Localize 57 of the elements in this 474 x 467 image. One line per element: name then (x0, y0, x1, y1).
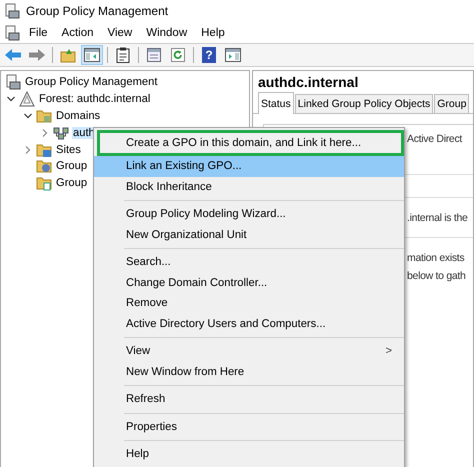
context-menu-item[interactable]: Change Domain Controller... (94, 272, 404, 293)
menu-item[interactable]: File (22, 26, 55, 38)
collapsed-chevron-icon[interactable] (41, 128, 49, 137)
context-menu-item[interactable]: Properties (94, 416, 404, 437)
context-menu-item[interactable]: Search... (94, 252, 404, 272)
tab[interactable]: Status (258, 92, 294, 114)
back-arrow-icon (5, 49, 21, 61)
context-menu-item[interactable]: Remove (94, 293, 404, 314)
expanded-chevron-icon[interactable] (24, 112, 32, 120)
domain-heading: authdc.internal (257, 73, 360, 92)
folder-icon (36, 142, 52, 158)
action-pane-icon (225, 48, 241, 62)
context-menu-item[interactable]: Active Directory Users and Computers... (94, 314, 404, 334)
toolbar-button[interactable] (81, 45, 103, 65)
status-text: below to gath (407, 270, 466, 282)
context-menu-item[interactable]: Refresh (94, 389, 404, 410)
toolbar-button[interactable] (222, 45, 244, 65)
folder-icon (36, 175, 52, 192)
status-text: .internal is the (407, 212, 468, 224)
tab[interactable]: Group (434, 94, 470, 113)
console-icon (4, 3, 20, 19)
tree-item[interactable]: Domains (55, 110, 102, 122)
context-menu-item[interactable]: Group Policy Modeling Wizard... (94, 204, 404, 224)
tree-item[interactable]: Group Policy Management (24, 76, 158, 88)
refresh-icon (170, 47, 186, 63)
context-menu-item[interactable]: New Window from Here (94, 362, 404, 382)
tree-pane-icon (84, 48, 100, 62)
triangle-icon (19, 91, 35, 108)
tree-item[interactable]: Group (55, 160, 88, 172)
context-menu-item[interactable]: Help (94, 444, 404, 464)
clipboard-icon (116, 47, 130, 63)
status-text: mation exists (407, 252, 464, 264)
menu-item[interactable]: View (100, 26, 140, 38)
context-menu-item[interactable]: Link an Existing GPO... (94, 156, 404, 176)
menu-item[interactable]: Window (139, 26, 194, 38)
console-icon (5, 74, 21, 90)
menu-item[interactable]: Help (194, 26, 232, 38)
forward-arrow-icon (29, 49, 45, 61)
expanded-chevron-icon[interactable] (7, 95, 15, 104)
menu-item[interactable]: Action (54, 26, 100, 38)
context-menu-item[interactable]: Block Inheritance (94, 176, 404, 197)
context-menu-item[interactable]: Create a GPO in this domain, and Link it here... (97, 130, 404, 156)
tab[interactable]: Linked Group Policy Objects (294, 94, 434, 113)
folder-icon (36, 158, 52, 174)
folder-up-icon (60, 47, 76, 63)
status-text: Active Direct (407, 133, 462, 145)
domain-icon (53, 124, 69, 141)
tree-item[interactable]: Group (55, 177, 88, 190)
collapsed-chevron-icon[interactable] (24, 146, 32, 154)
console-icon[interactable] (4, 24, 20, 40)
tree-item[interactable]: Sites (55, 144, 82, 156)
properties-icon (146, 47, 162, 63)
tree-item[interactable]: Forest: authdc.internal (38, 93, 152, 106)
context-menu-item[interactable]: View > (94, 341, 404, 362)
folder-icon (36, 108, 52, 124)
window-title: Group Policy Management (26, 4, 168, 18)
context-menu-item[interactable]: New Organizational Unit (94, 224, 404, 245)
